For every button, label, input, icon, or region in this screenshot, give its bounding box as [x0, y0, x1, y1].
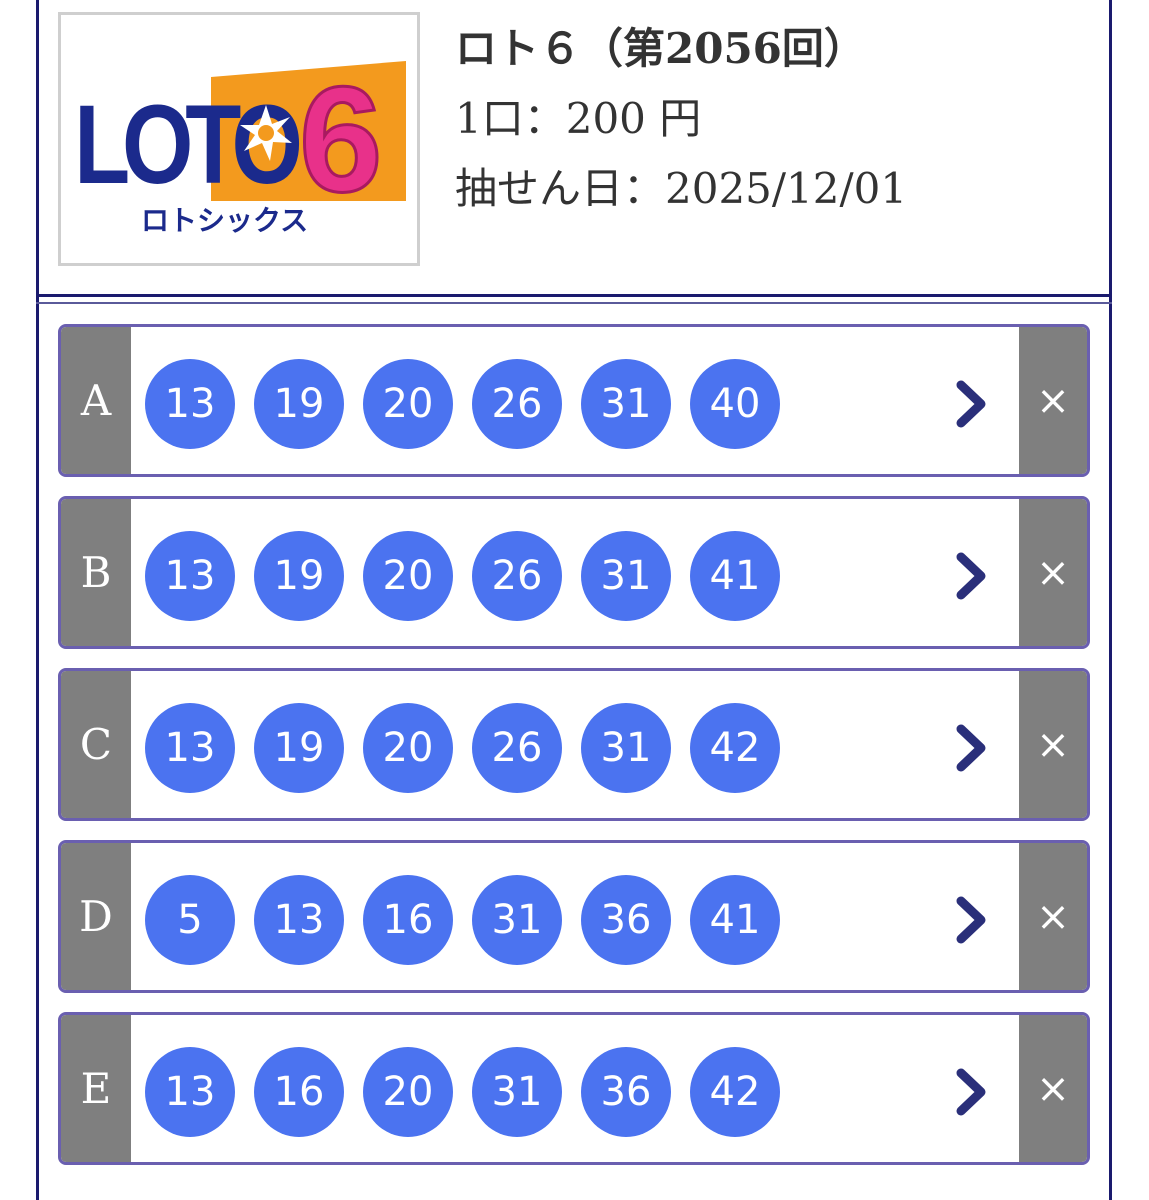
chevron-right-icon[interactable]: [951, 551, 991, 601]
lottery-title: ロト６（第2056回）: [455, 24, 866, 73]
lottery-info: ロト６（第2056回） 1口：200 円 抽せん日：2025/12/01: [455, 14, 907, 224]
logo-six: 6: [299, 55, 382, 223]
ticket-price: 1口：200 円: [455, 94, 702, 143]
number-ball: 31: [581, 531, 671, 621]
line-label: B: [61, 499, 131, 646]
logo-kana: ロトシックス: [141, 204, 308, 237]
number-ball: 19: [254, 359, 344, 449]
number-ball: 26: [472, 359, 562, 449]
number-ball: 13: [145, 531, 235, 621]
number-ball: 13: [145, 1047, 235, 1137]
number-ball: 13: [145, 359, 235, 449]
number-ball: 26: [472, 531, 562, 621]
chevron-right-icon[interactable]: [951, 895, 991, 945]
number-ball: 41: [690, 531, 780, 621]
number-ball: 19: [254, 531, 344, 621]
draw-date: 抽せん日：2025/12/01: [455, 164, 908, 213]
number-ball: 20: [363, 531, 453, 621]
number-ball: 20: [363, 359, 453, 449]
line-label: C: [61, 671, 131, 818]
number-ball: 42: [690, 703, 780, 793]
number-ball: 31: [581, 359, 671, 449]
delete-line-button[interactable]: ×: [1019, 327, 1087, 474]
number-ball: 26: [472, 703, 562, 793]
ticket-line-e[interactable]: E 13 16 20 31 36 42 ×: [58, 1012, 1090, 1165]
delete-line-button[interactable]: ×: [1019, 1015, 1087, 1162]
number-ball: 41: [690, 875, 780, 965]
number-ball: 19: [254, 703, 344, 793]
number-ball: 13: [145, 703, 235, 793]
number-ball: 40: [690, 359, 780, 449]
frame-left-border: [36, 0, 39, 1200]
number-ball: 20: [363, 703, 453, 793]
line-label: D: [61, 843, 131, 990]
number-ball: 36: [581, 1047, 671, 1137]
number-ball: 31: [581, 703, 671, 793]
number-ball: 16: [254, 1047, 344, 1137]
number-ball: 31: [472, 875, 562, 965]
line-label: E: [61, 1015, 131, 1162]
chevron-right-icon[interactable]: [951, 379, 991, 429]
loto6-logo-graphic: LOTO 6 ロトシックス: [74, 54, 406, 237]
number-ball: 42: [690, 1047, 780, 1137]
delete-line-button[interactable]: ×: [1019, 843, 1087, 990]
panel-divider: [36, 302, 1112, 304]
chevron-right-icon[interactable]: [951, 723, 991, 773]
number-ball: 36: [581, 875, 671, 965]
number-ball: 16: [363, 875, 453, 965]
header-divider: [36, 294, 1112, 297]
line-label: A: [61, 327, 131, 474]
delete-line-button[interactable]: ×: [1019, 499, 1087, 646]
ticket-line-d[interactable]: D 5 13 16 31 36 41 ×: [58, 840, 1090, 993]
ticket-line-a[interactable]: A 13 19 20 26 31 40 ×: [58, 324, 1090, 477]
chevron-right-icon[interactable]: [951, 1067, 991, 1117]
number-ball: 31: [472, 1047, 562, 1137]
number-ball: 20: [363, 1047, 453, 1137]
ticket-line-b[interactable]: B 13 19 20 26 31 41 ×: [58, 496, 1090, 649]
number-ball: 5: [145, 875, 235, 965]
number-ball: 13: [254, 875, 344, 965]
frame-right-border: [1109, 0, 1112, 1200]
delete-line-button[interactable]: ×: [1019, 671, 1087, 818]
ticket-line-c[interactable]: C 13 19 20 26 31 42 ×: [58, 668, 1090, 821]
loto6-logo: LOTO 6 ロトシックス: [58, 12, 420, 266]
